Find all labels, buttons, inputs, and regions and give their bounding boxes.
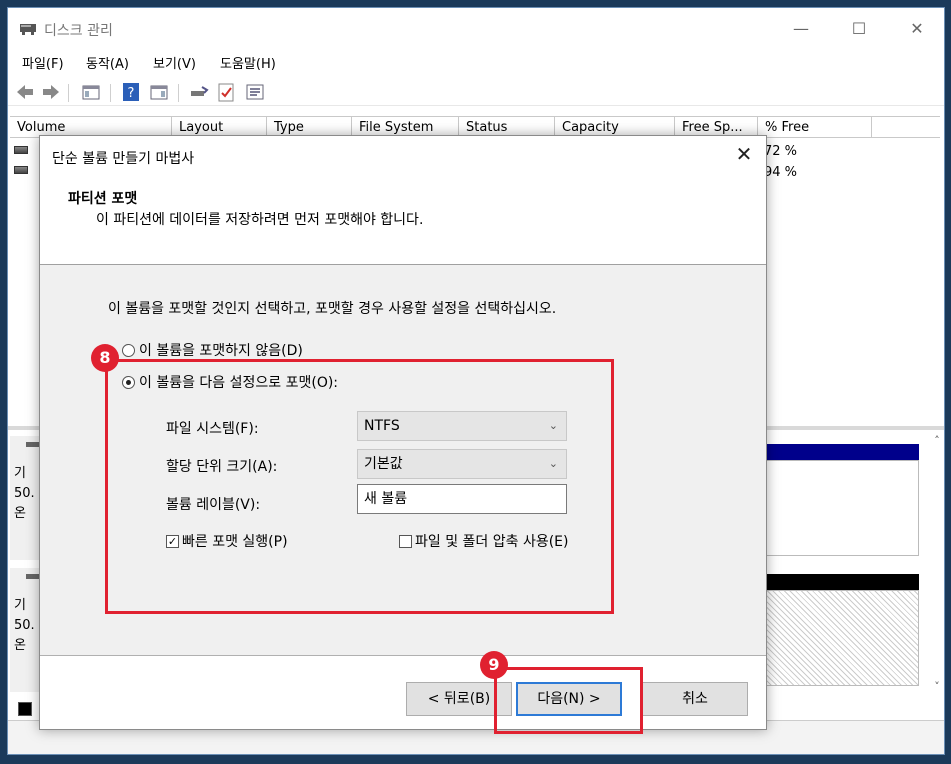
wizard-step-subheading: 이 파티션에 데이터를 저장하려면 먼저 포맷해야 합니다. [96, 212, 424, 228]
toolbar-separator [68, 84, 69, 102]
scroll-up-icon[interactable]: ˄ [930, 434, 944, 448]
action-pane-icon[interactable] [148, 81, 170, 103]
menu-view[interactable]: 보기(V) [153, 53, 196, 72]
checklist-icon[interactable] [215, 81, 237, 103]
drive-icon [14, 166, 28, 174]
dialog-close-button[interactable]: ✕ [732, 142, 756, 166]
disk-management-app-icon [20, 24, 36, 35]
toolbar-separator [178, 84, 179, 102]
close-button[interactable]: ✕ [902, 16, 932, 42]
annotation-highlight-format-settings [105, 359, 614, 614]
radio-unselected-icon[interactable] [122, 343, 135, 357]
volume-percent-free: 72 % [764, 144, 798, 159]
column-percent-free[interactable]: % Free [758, 117, 872, 138]
wizard-step-heading: 파티션 포맷 [68, 191, 138, 207]
title-bar: 디스크 관리 — ☐ ✕ [8, 8, 944, 48]
menu-file[interactable]: 파일(F) [22, 53, 64, 72]
legend-unallocated-swatch [18, 702, 32, 716]
disk-icon [26, 574, 40, 579]
window-title: 디스크 관리 [44, 23, 113, 39]
toolbar-separator [110, 84, 111, 102]
partition-block[interactable] [765, 460, 919, 556]
svg-text:?: ? [128, 86, 135, 101]
volume-row[interactable] [14, 162, 28, 180]
back-arrow-icon[interactable] [14, 81, 36, 103]
partition-header-bar [765, 444, 919, 460]
cancel-button[interactable]: 취소 [642, 682, 748, 716]
footer-divider [40, 655, 766, 656]
disk-icon [26, 442, 40, 447]
minimize-button[interactable]: — [786, 16, 816, 42]
disk-0-panel[interactable]: 기 50. 온 [10, 436, 42, 560]
dialog-title: 단순 볼륨 만들기 마법사 [52, 151, 195, 167]
menu-action[interactable]: 동작(A) [86, 53, 129, 72]
connect-drive-icon[interactable] [188, 81, 210, 103]
legend-area [10, 698, 42, 720]
radio-do-not-format-label: 이 볼륨을 포맷하지 않음(D) [139, 343, 303, 359]
radio-do-not-format[interactable]: 이 볼륨을 포맷하지 않음(D) [122, 340, 303, 360]
disk-1-panel[interactable]: 기 50. 온 [10, 568, 42, 692]
console-tree-icon[interactable] [80, 81, 102, 103]
drive-icon [14, 146, 28, 154]
volume-percent-free: 94 % [764, 165, 798, 180]
unallocated-block[interactable] [765, 590, 919, 686]
properties-icon[interactable] [244, 81, 266, 103]
maximize-button[interactable]: ☐ [844, 16, 874, 42]
menu-help[interactable]: 도움말(H) [220, 53, 276, 72]
volume-row[interactable] [14, 142, 28, 160]
wizard-instruction: 이 볼륨을 포맷할 것인지 선택하고, 포맷할 경우 사용할 설정을 선택하십시… [108, 301, 557, 317]
unallocated-header-bar [765, 574, 919, 590]
annotation-step-8-marker: 8 [91, 344, 119, 372]
annotation-highlight-next-button [494, 667, 643, 734]
toolbar: ? [8, 78, 944, 106]
scroll-down-icon[interactable]: ˅ [930, 680, 944, 694]
help-icon[interactable]: ? [120, 81, 142, 103]
menu-bar: 파일(F) 동작(A) 보기(V) 도움말(H) [8, 50, 944, 74]
annotation-step-9-marker: 9 [480, 651, 508, 679]
forward-arrow-icon[interactable] [40, 81, 62, 103]
